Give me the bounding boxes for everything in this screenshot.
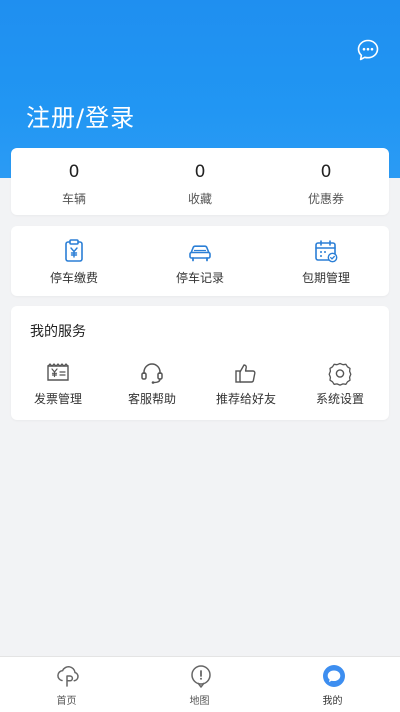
calendar-icon	[315, 240, 338, 263]
stat-vehicles[interactable]: 0 车辆	[11, 148, 137, 215]
period-management-button[interactable]: 包期管理	[263, 226, 389, 296]
stat-favorites-value: 0	[194, 162, 206, 182]
tab-mine-label: 我的	[322, 696, 343, 707]
stats-card: 0 车辆 0 收藏 0 优惠券	[11, 148, 389, 215]
tab-home[interactable]: 首页	[0, 657, 133, 712]
services-title: 我的服务	[30, 324, 86, 340]
parking-payment-button[interactable]: 停车缴费	[11, 226, 137, 296]
home-p-icon	[56, 666, 79, 687]
thumbs-up-icon	[235, 364, 256, 383]
recommend-friend-label: 推荐给好友	[215, 392, 276, 406]
tab-map-label: 地图	[189, 696, 210, 707]
stat-favorites-label: 收藏	[187, 192, 212, 206]
parking-records-label: 停车记录	[175, 271, 224, 285]
tab-map[interactable]: 地图	[133, 657, 266, 712]
quick-actions-card: 停车缴费 停车记录 包期管理	[11, 226, 389, 296]
customer-service-label: 客服帮助	[127, 392, 176, 406]
stat-vehicles-value: 0	[68, 162, 80, 182]
stat-coupons-value: 0	[320, 162, 332, 182]
parking-payment-label: 停车缴费	[49, 271, 98, 285]
message-button[interactable]	[356, 38, 380, 62]
register-login-link[interactable]: 注册/登录	[26, 98, 135, 133]
invoice-management-label: 发票管理	[33, 392, 82, 406]
tab-mine[interactable]: 我的	[266, 657, 399, 712]
period-management-label: 包期管理	[301, 271, 350, 285]
system-settings-label: 系统设置	[315, 392, 364, 406]
recommend-friend-button[interactable]: 推荐给好友	[199, 356, 293, 414]
car-icon	[189, 245, 211, 262]
parking-payment-icon	[65, 239, 83, 262]
parking-records-button[interactable]: 停车记录	[137, 226, 263, 296]
stat-coupons-label: 优惠券	[307, 192, 344, 206]
system-settings-button[interactable]: 系统设置	[293, 356, 387, 414]
customer-service-button[interactable]: 客服帮助	[105, 356, 199, 414]
invoice-management-button[interactable]: 发票管理	[11, 356, 105, 414]
bottom-tab-bar: 首页 地图 我的	[0, 656, 400, 712]
settings-icon	[328, 362, 352, 386]
map-pin-icon	[190, 665, 211, 688]
stat-coupons[interactable]: 0 优惠券	[263, 148, 389, 215]
invoice-icon	[47, 363, 69, 381]
stat-favorites[interactable]: 0 收藏	[137, 148, 263, 215]
chat-bubble-icon	[357, 39, 379, 61]
headset-icon	[141, 363, 163, 384]
stat-vehicles-label: 车辆	[61, 192, 86, 206]
tab-home-label: 首页	[56, 696, 77, 707]
profile-bubble-icon	[322, 665, 345, 687]
my-services-card: 我的服务 发票管理 客服帮助 推荐给好友 系统设置	[11, 306, 389, 420]
